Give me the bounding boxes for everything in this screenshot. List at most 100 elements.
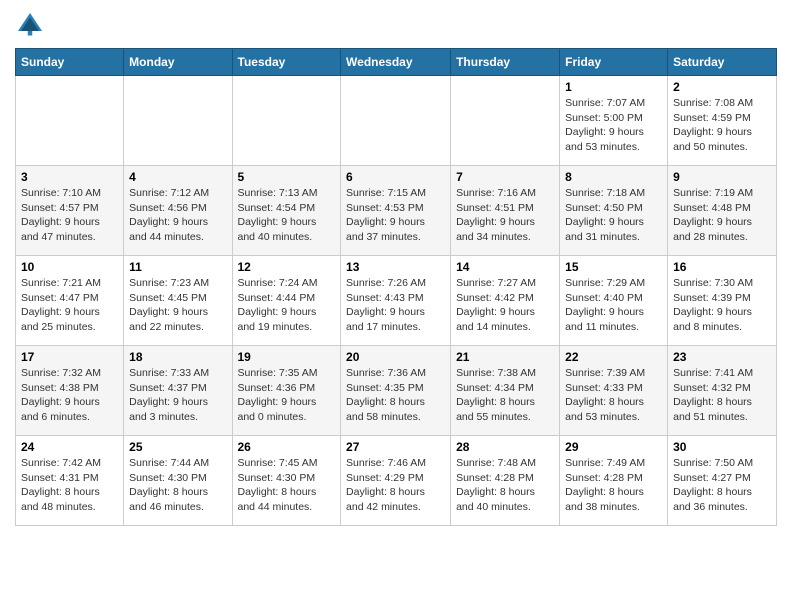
day-cell: 24 Sunrise: 7:42 AM Sunset: 4:31 PM Dayli… — [16, 436, 124, 526]
day-info: Sunrise: 7:41 AM Sunset: 4:32 PM Dayligh… — [673, 366, 771, 425]
week-row-2: 3 Sunrise: 7:10 AM Sunset: 4:57 PM Daylig… — [16, 166, 777, 256]
day-info: Sunrise: 7:21 AM Sunset: 4:47 PM Dayligh… — [21, 276, 118, 335]
header — [15, 10, 777, 40]
day-info: Sunrise: 7:08 AM Sunset: 4:59 PM Dayligh… — [673, 96, 771, 155]
day-number: 27 — [346, 440, 445, 454]
day-number: 26 — [238, 440, 336, 454]
day-info: Sunrise: 7:30 AM Sunset: 4:39 PM Dayligh… — [673, 276, 771, 335]
day-cell — [124, 76, 232, 166]
day-header-sunday: Sunday — [16, 49, 124, 76]
day-number: 13 — [346, 260, 445, 274]
week-row-1: 1 Sunrise: 7:07 AM Sunset: 5:00 PM Daylig… — [16, 76, 777, 166]
day-cell: 2 Sunrise: 7:08 AM Sunset: 4:59 PM Daylig… — [668, 76, 777, 166]
day-number: 25 — [129, 440, 226, 454]
day-cell: 10Sunrise: 7:21 AM Sunset: 4:47 PM Dayli… — [16, 256, 124, 346]
day-info: Sunrise: 7:27 AM Sunset: 4:42 PM Dayligh… — [456, 276, 554, 335]
day-cell: 19 Sunrise: 7:35 AM Sunset: 4:36 PM Dayli… — [232, 346, 341, 436]
day-number: 3 — [21, 170, 118, 184]
day-number: 23 — [673, 350, 771, 364]
day-header-saturday: Saturday — [668, 49, 777, 76]
day-cell: 16 Sunrise: 7:30 AM Sunset: 4:39 PM Dayli… — [668, 256, 777, 346]
day-cell: 30 Sunrise: 7:50 AM Sunset: 4:27 PM Dayli… — [668, 436, 777, 526]
day-number: 24 — [21, 440, 118, 454]
day-info: Sunrise: 7:49 AM Sunset: 4:28 PM Dayligh… — [565, 456, 662, 515]
day-number: 6 — [346, 170, 445, 184]
day-number: 5 — [238, 170, 336, 184]
day-info: Sunrise: 7:32 AM Sunset: 4:38 PM Dayligh… — [21, 366, 118, 425]
day-cell — [232, 76, 341, 166]
day-cell: 13 Sunrise: 7:26 AM Sunset: 4:43 PM Dayli… — [341, 256, 451, 346]
day-header-tuesday: Tuesday — [232, 49, 341, 76]
day-number: 30 — [673, 440, 771, 454]
day-number: 21 — [456, 350, 554, 364]
day-cell: 17Sunrise: 7:32 AM Sunset: 4:38 PM Dayli… — [16, 346, 124, 436]
day-info: Sunrise: 7:44 AM Sunset: 4:30 PM Dayligh… — [129, 456, 226, 515]
day-info: Sunrise: 7:29 AM Sunset: 4:40 PM Dayligh… — [565, 276, 662, 335]
day-info: Sunrise: 7:48 AM Sunset: 4:28 PM Dayligh… — [456, 456, 554, 515]
day-info: Sunrise: 7:10 AM Sunset: 4:57 PM Dayligh… — [21, 186, 118, 245]
day-number: 19 — [238, 350, 336, 364]
day-cell — [341, 76, 451, 166]
day-number: 18 — [129, 350, 226, 364]
calendar-header-row: SundayMondayTuesdayWednesdayThursdayFrid… — [16, 49, 777, 76]
day-cell: 22Sunrise: 7:39 AM Sunset: 4:33 PM Dayli… — [560, 346, 668, 436]
day-cell — [451, 76, 560, 166]
day-info: Sunrise: 7:46 AM Sunset: 4:29 PM Dayligh… — [346, 456, 445, 515]
day-cell: 18 Sunrise: 7:33 AM Sunset: 4:37 PM Dayli… — [124, 346, 232, 436]
day-info: Sunrise: 7:07 AM Sunset: 5:00 PM Dayligh… — [565, 96, 662, 155]
day-info: Sunrise: 7:45 AM Sunset: 4:30 PM Dayligh… — [238, 456, 336, 515]
day-cell: 1 Sunrise: 7:07 AM Sunset: 5:00 PM Daylig… — [560, 76, 668, 166]
day-number: 11 — [129, 260, 226, 274]
day-cell: 28 Sunrise: 7:48 AM Sunset: 4:28 PM Dayli… — [451, 436, 560, 526]
day-number: 1 — [565, 80, 662, 94]
day-header-monday: Monday — [124, 49, 232, 76]
day-info: Sunrise: 7:33 AM Sunset: 4:37 PM Dayligh… — [129, 366, 226, 425]
day-info: Sunrise: 7:12 AM Sunset: 4:56 PM Dayligh… — [129, 186, 226, 245]
day-cell: 9Sunrise: 7:19 AM Sunset: 4:48 PM Daylig… — [668, 166, 777, 256]
day-cell: 23 Sunrise: 7:41 AM Sunset: 4:32 PM Dayli… — [668, 346, 777, 436]
day-cell — [16, 76, 124, 166]
day-cell: 4 Sunrise: 7:12 AM Sunset: 4:56 PM Daylig… — [124, 166, 232, 256]
day-info: Sunrise: 7:23 AM Sunset: 4:45 PM Dayligh… — [129, 276, 226, 335]
calendar: SundayMondayTuesdayWednesdayThursdayFrid… — [15, 48, 777, 526]
day-number: 16 — [673, 260, 771, 274]
day-info: Sunrise: 7:42 AM Sunset: 4:31 PM Dayligh… — [21, 456, 118, 515]
day-number: 12 — [238, 260, 336, 274]
day-cell: 26 Sunrise: 7:45 AM Sunset: 4:30 PM Dayli… — [232, 436, 341, 526]
day-cell: 6 Sunrise: 7:15 AM Sunset: 4:53 PM Daylig… — [341, 166, 451, 256]
day-header-wednesday: Wednesday — [341, 49, 451, 76]
week-row-5: 24 Sunrise: 7:42 AM Sunset: 4:31 PM Dayli… — [16, 436, 777, 526]
day-header-thursday: Thursday — [451, 49, 560, 76]
day-info: Sunrise: 7:35 AM Sunset: 4:36 PM Dayligh… — [238, 366, 336, 425]
day-cell: 20Sunrise: 7:36 AM Sunset: 4:35 PM Dayli… — [341, 346, 451, 436]
day-info: Sunrise: 7:50 AM Sunset: 4:27 PM Dayligh… — [673, 456, 771, 515]
day-cell: 7Sunrise: 7:16 AM Sunset: 4:51 PM Daylig… — [451, 166, 560, 256]
day-number: 15 — [565, 260, 662, 274]
day-info: Sunrise: 7:19 AM Sunset: 4:48 PM Dayligh… — [673, 186, 771, 245]
day-cell: 3 Sunrise: 7:10 AM Sunset: 4:57 PM Daylig… — [16, 166, 124, 256]
day-info: Sunrise: 7:13 AM Sunset: 4:54 PM Dayligh… — [238, 186, 336, 245]
day-cell: 8 Sunrise: 7:18 AM Sunset: 4:50 PM Daylig… — [560, 166, 668, 256]
day-cell: 11 Sunrise: 7:23 AM Sunset: 4:45 PM Dayli… — [124, 256, 232, 346]
day-cell: 5 Sunrise: 7:13 AM Sunset: 4:54 PM Daylig… — [232, 166, 341, 256]
day-header-friday: Friday — [560, 49, 668, 76]
day-number: 2 — [673, 80, 771, 94]
day-number: 28 — [456, 440, 554, 454]
logo-icon — [15, 10, 45, 40]
day-cell: 14 Sunrise: 7:27 AM Sunset: 4:42 PM Dayli… — [451, 256, 560, 346]
week-row-4: 17Sunrise: 7:32 AM Sunset: 4:38 PM Dayli… — [16, 346, 777, 436]
day-cell: 27 Sunrise: 7:46 AM Sunset: 4:29 PM Dayli… — [341, 436, 451, 526]
day-info: Sunrise: 7:16 AM Sunset: 4:51 PM Dayligh… — [456, 186, 554, 245]
day-info: Sunrise: 7:26 AM Sunset: 4:43 PM Dayligh… — [346, 276, 445, 335]
day-number: 14 — [456, 260, 554, 274]
day-number: 8 — [565, 170, 662, 184]
day-number: 22 — [565, 350, 662, 364]
day-number: 4 — [129, 170, 226, 184]
day-info: Sunrise: 7:18 AM Sunset: 4:50 PM Dayligh… — [565, 186, 662, 245]
day-cell: 25 Sunrise: 7:44 AM Sunset: 4:30 PM Dayli… — [124, 436, 232, 526]
day-info: Sunrise: 7:15 AM Sunset: 4:53 PM Dayligh… — [346, 186, 445, 245]
day-info: Sunrise: 7:24 AM Sunset: 4:44 PM Dayligh… — [238, 276, 336, 335]
day-cell: 21Sunrise: 7:38 AM Sunset: 4:34 PM Dayli… — [451, 346, 560, 436]
calendar-body: 1 Sunrise: 7:07 AM Sunset: 5:00 PM Daylig… — [16, 76, 777, 526]
page: SundayMondayTuesdayWednesdayThursdayFrid… — [0, 0, 792, 536]
